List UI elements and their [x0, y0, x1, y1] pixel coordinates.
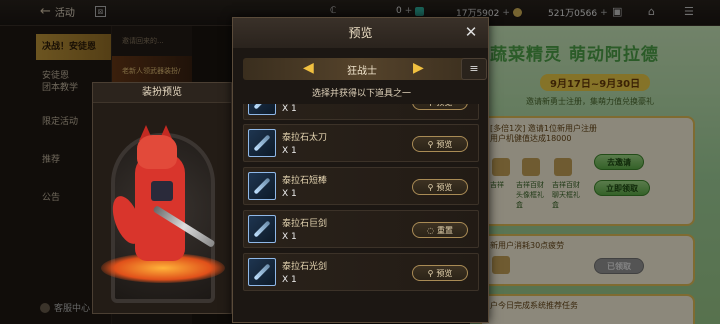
class-name: 狂战士 — [347, 65, 377, 77]
search-icon: ⚲ — [427, 139, 434, 149]
item-name: 泰拉石巨剑 — [282, 219, 328, 229]
list-item: 泰拉石短棒 X 1 ⚲ 预览 — [243, 167, 479, 205]
search-icon: ⚲ — [428, 104, 434, 107]
close-icon[interactable]: ✕ — [462, 23, 480, 41]
weapon-icon — [248, 129, 276, 157]
preview-button-label: 预览 — [436, 268, 453, 278]
character-vest — [151, 181, 173, 201]
chevron-right-icon[interactable]: ▶ — [413, 60, 424, 76]
weapon-icon — [248, 258, 276, 286]
choose-hint: 选择并获得以下道具之一 — [311, 89, 411, 99]
preview-title: 装扮预览 — [93, 83, 231, 103]
filter-icon[interactable]: ≡ — [461, 58, 487, 80]
preview-button-label: 预览 — [436, 104, 452, 108]
reset-button[interactable]: ◌ 重置 — [412, 222, 468, 238]
item-qty: X 1 — [282, 104, 297, 114]
search-icon: ⚲ — [427, 268, 434, 278]
item-qty: X 1 — [282, 232, 297, 242]
item-qty: X 1 — [282, 146, 297, 156]
item-qty: X 1 — [282, 275, 297, 285]
weapon-icon — [248, 172, 276, 200]
preview-button[interactable]: ⚲预览 — [412, 104, 468, 110]
reset-button-label: 重置 — [436, 225, 453, 235]
list-item: 泰拉石光剑 X 1 ⚲ 预览 — [243, 253, 479, 291]
item-name: 泰拉石太刀 — [282, 133, 328, 143]
item-name: 泰拉石光剑 — [282, 262, 328, 272]
search-icon: ⚲ — [427, 182, 434, 192]
dialog-title: 预览 — [233, 18, 488, 48]
preview-button-label: 预览 — [436, 139, 453, 149]
class-selector: ◀ 狂战士 ▶ ≡ — [243, 58, 487, 80]
item-qty: X 1 — [282, 189, 297, 199]
list-item: 泰拉石巨剑 X 1 ◌ 重置 — [243, 210, 479, 248]
weapon-icon — [248, 104, 276, 115]
weapon-icon — [248, 215, 276, 243]
preview-button[interactable]: ⚲预览 — [412, 265, 468, 281]
preview-button-label: 预览 — [436, 182, 453, 192]
character-head — [137, 135, 177, 169]
preview-dialog: 预览 ✕ ◀ 狂战士 ▶ ≡ 选择并获得以下道具之一 X 1 ⚲预览 泰拉石太刀… — [232, 17, 489, 323]
outfit-preview-panel: 装扮预览 — [92, 82, 232, 314]
preview-button[interactable]: ⚲预览 — [412, 179, 468, 195]
item-name: 泰拉石短棒 — [282, 176, 328, 186]
list-item: X 1 ⚲预览 — [243, 104, 479, 120]
item-list[interactable]: X 1 ⚲预览 泰拉石太刀 X 1 ⚲预览 泰拉石短棒 X 1 ⚲预览 泰拉石巨… — [243, 104, 481, 320]
list-item: 泰拉石太刀 X 1 ⚲ 预览 — [243, 124, 479, 162]
chevron-left-icon[interactable]: ◀ — [303, 60, 314, 76]
reset-icon: ◌ — [427, 225, 434, 235]
preview-button[interactable]: ⚲预览 — [412, 136, 468, 152]
